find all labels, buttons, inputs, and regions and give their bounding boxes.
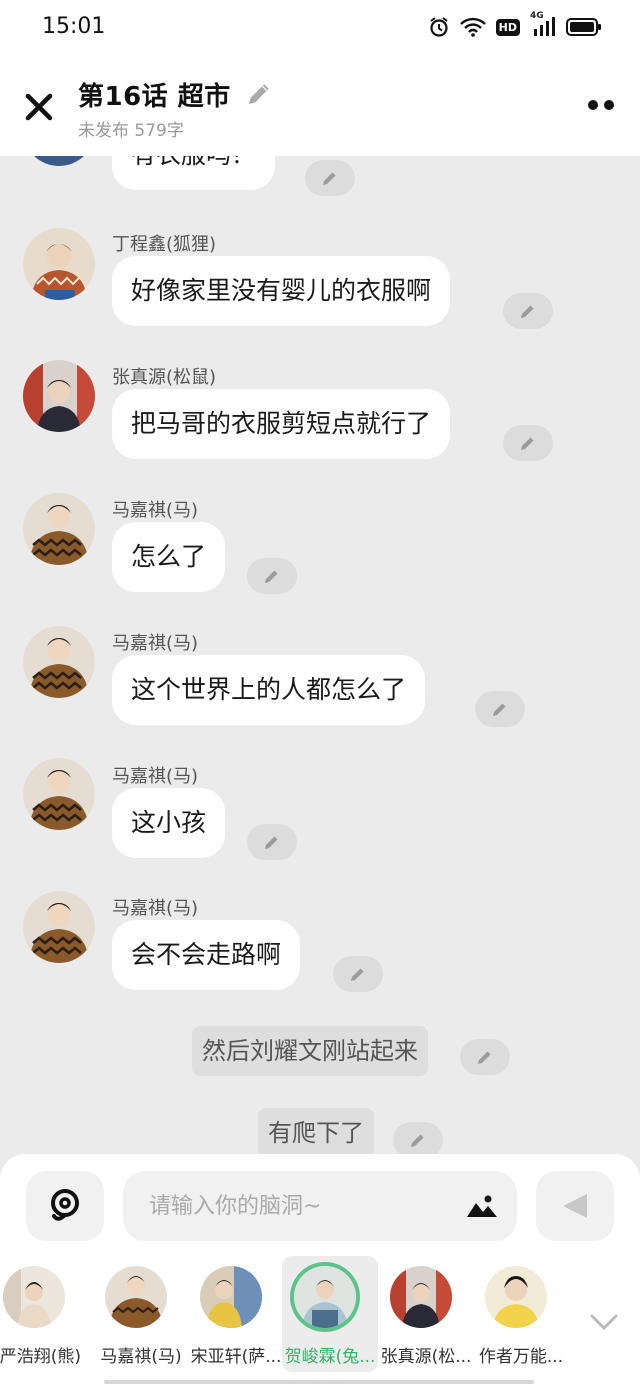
message-bubble[interactable]: 把马哥的衣服剪短点就行了 <box>112 389 451 459</box>
sender-name: 马嘉祺(马) <box>112 500 199 521</box>
message-input[interactable] <box>149 1171 449 1241</box>
edit-title-button[interactable] <box>245 82 271 108</box>
chat-area[interactable]: 有衣服吗？ 丁程鑫(狐狸) 好像家里没有婴儿的衣服啊 张真源(松鼠) 把马哥的衣… <box>0 156 640 1156</box>
pencil-icon <box>411 1134 424 1147</box>
character-avatar <box>485 1266 547 1328</box>
more-dot <box>588 100 598 110</box>
edit-message-button[interactable] <box>503 293 553 329</box>
avatar[interactable] <box>23 891 95 963</box>
avatar[interactable] <box>23 493 95 565</box>
expand-characters-button[interactable] <box>588 1310 620 1334</box>
character-item[interactable]: 宋亚轩(萨... <box>188 1256 284 1372</box>
avatar[interactable] <box>23 626 95 698</box>
character-item[interactable]: 作者万能... <box>473 1256 569 1372</box>
send-button[interactable] <box>536 1171 614 1241</box>
pencil-icon <box>478 1051 491 1064</box>
status-bar: 15:01 HD 4G <box>0 0 640 60</box>
alarm-icon <box>428 16 450 38</box>
edit-message-button[interactable] <box>333 956 383 992</box>
character-name: 作者万能... <box>478 1347 564 1367</box>
message-bubble[interactable]: 这小孩 <box>112 788 226 858</box>
voice-button[interactable] <box>26 1171 104 1241</box>
chevron-down-icon <box>590 1314 618 1331</box>
status-time: 15:01 <box>42 14 106 39</box>
edit-message-button[interactable] <box>393 1122 443 1156</box>
avatar[interactable] <box>23 758 95 830</box>
signal-icon: 4G <box>530 11 556 37</box>
pencil-icon <box>265 570 278 583</box>
message-bubble[interactable]: 好像家里没有婴儿的衣服啊 <box>112 256 451 326</box>
character-name: 张真源(松... <box>380 1347 472 1367</box>
battery-icon <box>566 17 602 37</box>
home-indicator <box>104 1380 534 1384</box>
more-dot <box>604 100 614 110</box>
character-item-active[interactable]: 贺峻霖(兔... <box>282 1256 378 1372</box>
avatar[interactable] <box>23 228 95 300</box>
character-item[interactable]: 马嘉祺(马) <box>93 1256 189 1372</box>
sender-name: 丁程鑫(狐狸) <box>112 234 217 255</box>
narration-bubble[interactable]: 有爬下了 <box>258 1108 374 1156</box>
character-name: 马嘉祺(马) <box>100 1347 182 1367</box>
pencil-icon <box>521 437 534 450</box>
pencil-icon <box>351 968 364 981</box>
more-button[interactable] <box>588 100 614 110</box>
character-name: 宋亚轩(萨... <box>190 1347 282 1367</box>
narration-bubble[interactable]: 然后刘耀文刚站起来 <box>192 1026 428 1076</box>
swirl-icon <box>51 1189 79 1221</box>
edit-message-button[interactable] <box>247 824 297 860</box>
pencil-icon <box>248 83 269 104</box>
send-icon <box>563 1194 587 1218</box>
sender-name: 马嘉祺(马) <box>112 633 199 654</box>
message-bubble[interactable]: 这个世界上的人都怎么了 <box>112 655 426 725</box>
pencil-icon <box>323 172 336 185</box>
sender-name: 马嘉祺(马) <box>112 898 199 919</box>
network-type: 4G <box>530 11 544 21</box>
sender-name: 张真源(松鼠) <box>112 367 217 388</box>
status-icons: HD 4G <box>428 11 602 38</box>
message-input-box[interactable] <box>123 1171 517 1241</box>
edit-message-button[interactable] <box>475 691 525 727</box>
character-name: 严浩翔(熊) <box>0 1347 81 1367</box>
pencil-icon <box>265 836 278 849</box>
message-bubble[interactable]: 会不会走路啊 <box>112 920 301 990</box>
close-button[interactable] <box>22 90 56 124</box>
word-count: 未发布 579字 <box>78 121 184 141</box>
wifi-icon <box>459 17 486 37</box>
character-item[interactable]: 严浩翔(熊) <box>0 1256 87 1372</box>
sender-name: 马嘉祺(马) <box>112 766 199 787</box>
pencil-icon <box>493 703 506 716</box>
edit-message-button[interactable] <box>247 558 297 594</box>
character-avatar <box>390 1266 452 1328</box>
image-icon <box>467 1195 497 1217</box>
close-icon <box>25 93 53 121</box>
pencil-icon <box>521 305 534 318</box>
character-name: 贺峻霖(兔... <box>284 1347 376 1367</box>
message-bubble[interactable]: 怎么了 <box>112 522 226 592</box>
hd-icon: HD <box>495 18 520 36</box>
edit-message-button[interactable] <box>305 160 355 196</box>
edit-message-button[interactable] <box>460 1039 510 1075</box>
avatar[interactable] <box>23 156 95 166</box>
title-row: 第16话 超市 <box>78 76 271 113</box>
header: 第16话 超市 未发布 579字 <box>0 60 640 156</box>
character-avatar <box>3 1266 65 1328</box>
image-button[interactable] <box>465 1193 499 1219</box>
character-avatar <box>105 1266 167 1328</box>
character-avatar <box>200 1266 262 1328</box>
character-avatar <box>294 1266 356 1328</box>
character-item[interactable]: 张真源(松... <box>378 1256 474 1372</box>
avatar[interactable] <box>23 360 95 432</box>
edit-message-button[interactable] <box>503 425 553 461</box>
page-title: 第16话 超市 <box>78 82 231 112</box>
message-bubble[interactable]: 有衣服吗？ <box>112 156 276 190</box>
composer-panel: 严浩翔(熊) 马嘉祺(马) 宋亚轩(萨... 贺峻霖(兔... 张真源(松...… <box>0 1154 640 1387</box>
